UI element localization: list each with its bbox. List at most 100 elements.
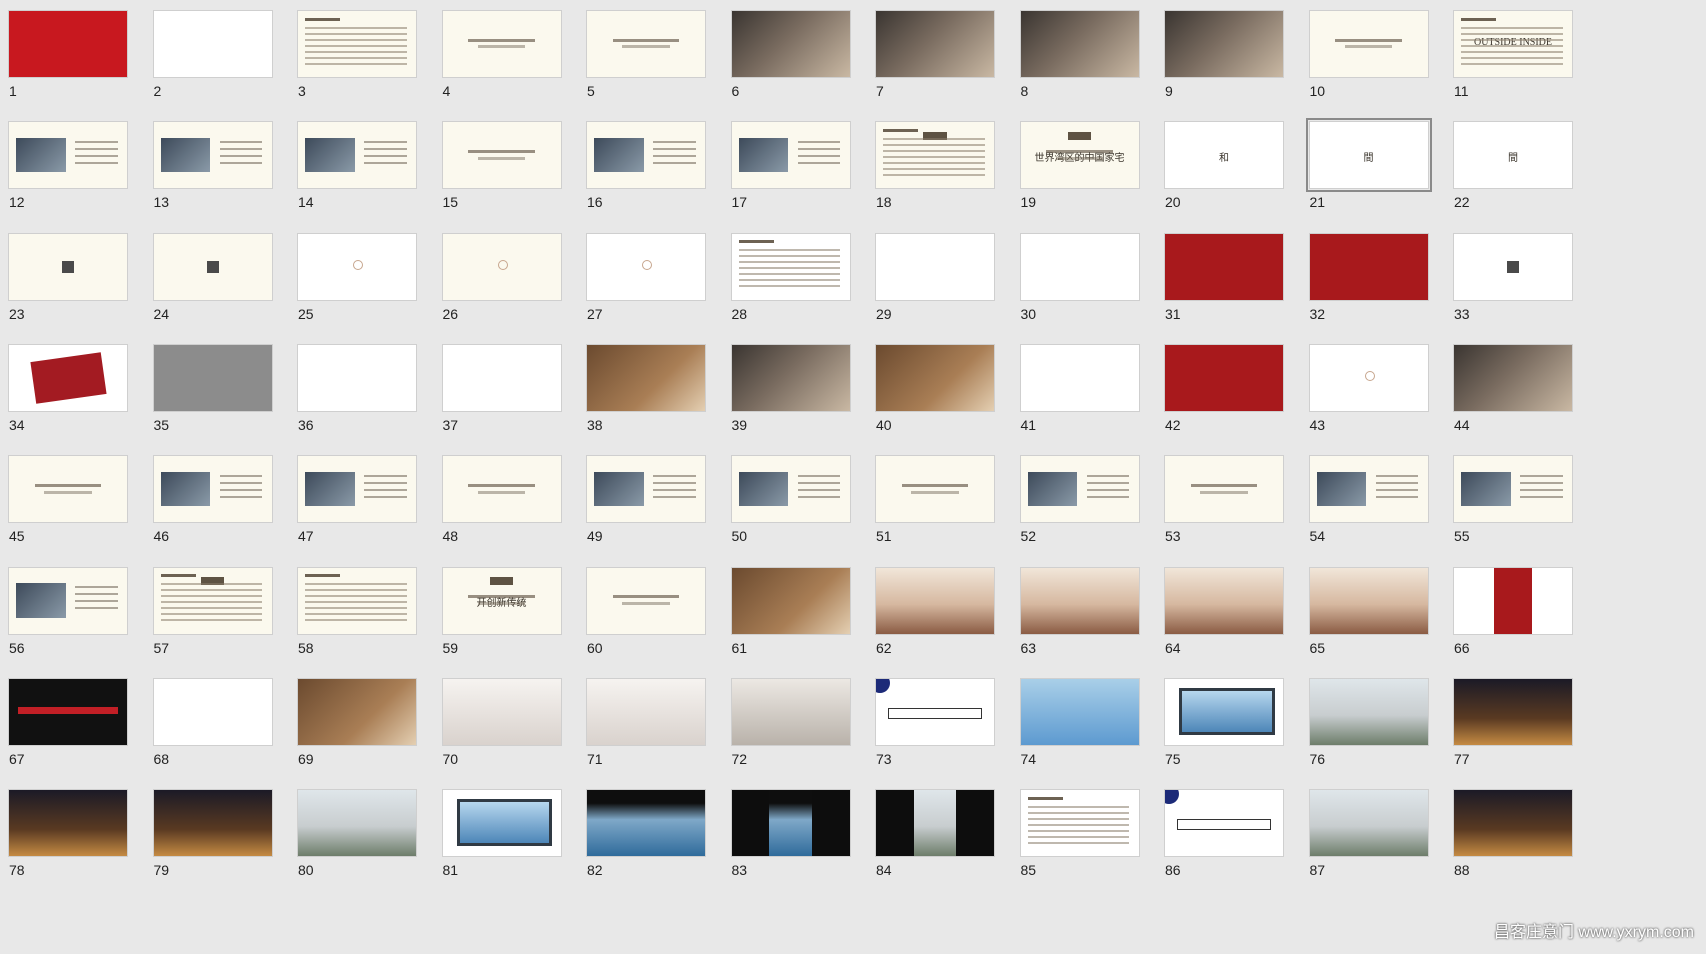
slide-preview[interactable] [1164, 455, 1284, 524]
slide-preview[interactable] [441, 677, 562, 746]
slide-preview[interactable] [1019, 343, 1140, 412]
slide-preview[interactable] [1164, 566, 1284, 635]
slide-thumbnail-58[interactable]: 58 [289, 557, 446, 678]
slide-thumbnail-34[interactable]: 34 [0, 334, 157, 455]
slide-thumbnail-6[interactable]: 6 [723, 0, 880, 121]
slide-thumbnail-18[interactable]: 18 [867, 111, 1024, 232]
slide-thumbnail-65[interactable]: 65 [1301, 557, 1458, 678]
slide-preview[interactable] [297, 566, 417, 635]
slide-preview[interactable] [441, 121, 562, 190]
slide-thumbnail-35[interactable]: 35 [145, 334, 302, 455]
slide-preview[interactable] [1019, 455, 1140, 524]
slide-preview[interactable] [8, 455, 128, 524]
slide-thumbnail-14[interactable]: 14 [289, 111, 446, 232]
slide-thumbnail-19[interactable]: 世界湾区的中国家宅 19 [1012, 111, 1169, 232]
slide-preview[interactable] [730, 677, 851, 746]
slide-thumbnail-68[interactable]: 68 [145, 668, 302, 789]
slide-preview[interactable] [586, 121, 706, 190]
slide-thumbnail-39[interactable]: 39 [723, 334, 880, 455]
slide-thumbnail-54[interactable]: 54 [1301, 445, 1458, 566]
slide-preview[interactable] [8, 789, 128, 858]
slide-preview[interactable]: OUTSIDE INSIDE [1453, 10, 1573, 78]
slide-preview[interactable] [875, 121, 995, 190]
slide-thumbnail-15[interactable]: 15 [434, 111, 591, 232]
slide-thumbnail-67[interactable]: 67 [0, 668, 157, 789]
slide-preview[interactable] [152, 232, 273, 301]
slide-thumbnail-38[interactable]: 38 [578, 334, 735, 455]
slide-preview[interactable] [1308, 566, 1429, 635]
slide-thumbnail-80[interactable]: 80 [289, 779, 446, 900]
slide-preview[interactable] [875, 677, 995, 746]
slide-preview[interactable] [586, 677, 706, 746]
slide-thumbnail-88[interactable]: 88 [1445, 779, 1602, 900]
slide-thumbnail-10[interactable]: 10 [1301, 0, 1458, 121]
slide-preview[interactable] [586, 232, 706, 301]
slide-thumbnail-46[interactable]: 46 [145, 445, 302, 566]
slide-thumbnail-62[interactable]: 62 [867, 557, 1024, 678]
slide-preview[interactable] [730, 566, 851, 635]
slide-preview[interactable] [152, 789, 273, 858]
slide-thumbnail-79[interactable]: 79 [145, 779, 302, 900]
slide-preview[interactable] [297, 232, 417, 301]
slide-preview[interactable] [441, 232, 562, 301]
slide-preview[interactable] [875, 455, 995, 524]
slide-preview[interactable] [1453, 343, 1573, 412]
slide-preview[interactable] [297, 789, 417, 858]
slide-preview[interactable] [586, 10, 706, 78]
slide-thumbnail-86[interactable]: 86 [1156, 779, 1313, 900]
slide-preview[interactable] [152, 121, 273, 190]
slide-thumbnail-49[interactable]: 49 [578, 445, 735, 566]
slide-preview[interactable] [730, 343, 851, 412]
slide-thumbnail-21[interactable]: 間 21 [1301, 111, 1458, 232]
slide-thumbnail-22[interactable]: 間 22 [1445, 111, 1602, 232]
slide-preview[interactable] [586, 343, 706, 412]
slide-thumbnail-71[interactable]: 71 [578, 668, 735, 789]
slide-thumbnail-52[interactable]: 52 [1012, 445, 1169, 566]
slide-preview[interactable]: 間 [1305, 118, 1432, 193]
slide-preview[interactable] [8, 10, 128, 78]
slide-thumbnail-83[interactable]: 83 [723, 779, 880, 900]
slide-preview[interactable] [152, 343, 273, 412]
slide-thumbnail-57[interactable]: 57 [145, 557, 302, 678]
slide-preview[interactable] [730, 121, 851, 190]
slide-thumbnail-45[interactable]: 45 [0, 445, 157, 566]
slide-thumbnail-32[interactable]: 32 [1301, 223, 1458, 344]
slide-thumbnail-69[interactable]: 69 [289, 668, 446, 789]
slide-preview[interactable] [441, 455, 562, 524]
slide-thumbnail-64[interactable]: 64 [1156, 557, 1313, 678]
slide-preview[interactable] [152, 566, 273, 635]
slide-preview[interactable] [1453, 455, 1573, 524]
slide-thumbnail-36[interactable]: 36 [289, 334, 446, 455]
slide-thumbnail-23[interactable]: 23 [0, 223, 157, 344]
slide-preview[interactable] [1308, 677, 1429, 746]
slide-thumbnail-27[interactable]: 27 [578, 223, 735, 344]
slide-preview[interactable] [586, 455, 706, 524]
slide-preview[interactable] [1308, 232, 1429, 301]
slide-preview[interactable] [1453, 789, 1573, 858]
slide-thumbnail-53[interactable]: 53 [1156, 445, 1313, 566]
slide-thumbnail-59[interactable]: 开创新传统 59 [434, 557, 591, 678]
slide-preview[interactable] [297, 10, 417, 78]
slide-preview[interactable] [8, 232, 128, 301]
slide-thumbnail-55[interactable]: 55 [1445, 445, 1602, 566]
slide-thumbnail-72[interactable]: 72 [723, 668, 880, 789]
slide-preview[interactable] [875, 232, 995, 301]
slide-preview[interactable] [730, 789, 851, 858]
slide-thumbnail-82[interactable]: 82 [578, 779, 735, 900]
slide-thumbnail-37[interactable]: 37 [434, 334, 591, 455]
slide-thumbnail-44[interactable]: 44 [1445, 334, 1602, 455]
slide-preview[interactable] [730, 10, 851, 78]
slide-preview[interactable] [1453, 677, 1573, 746]
slide-thumbnail-11[interactable]: OUTSIDE INSIDE 11 [1445, 0, 1602, 121]
slide-thumbnail-81[interactable]: 81 [434, 779, 591, 900]
slide-preview[interactable] [875, 343, 995, 412]
slide-thumbnail-84[interactable]: 84 [867, 779, 1024, 900]
slide-thumbnail-28[interactable]: 28 [723, 223, 880, 344]
slide-thumbnail-16[interactable]: 16 [578, 111, 735, 232]
slide-thumbnail-48[interactable]: 48 [434, 445, 591, 566]
slide-thumbnail-40[interactable]: 40 [867, 334, 1024, 455]
slide-preview[interactable] [586, 789, 706, 858]
slide-thumbnail-20[interactable]: 和 20 [1156, 111, 1313, 232]
slide-thumbnail-70[interactable]: 70 [434, 668, 591, 789]
slide-thumbnail-50[interactable]: 50 [723, 445, 880, 566]
